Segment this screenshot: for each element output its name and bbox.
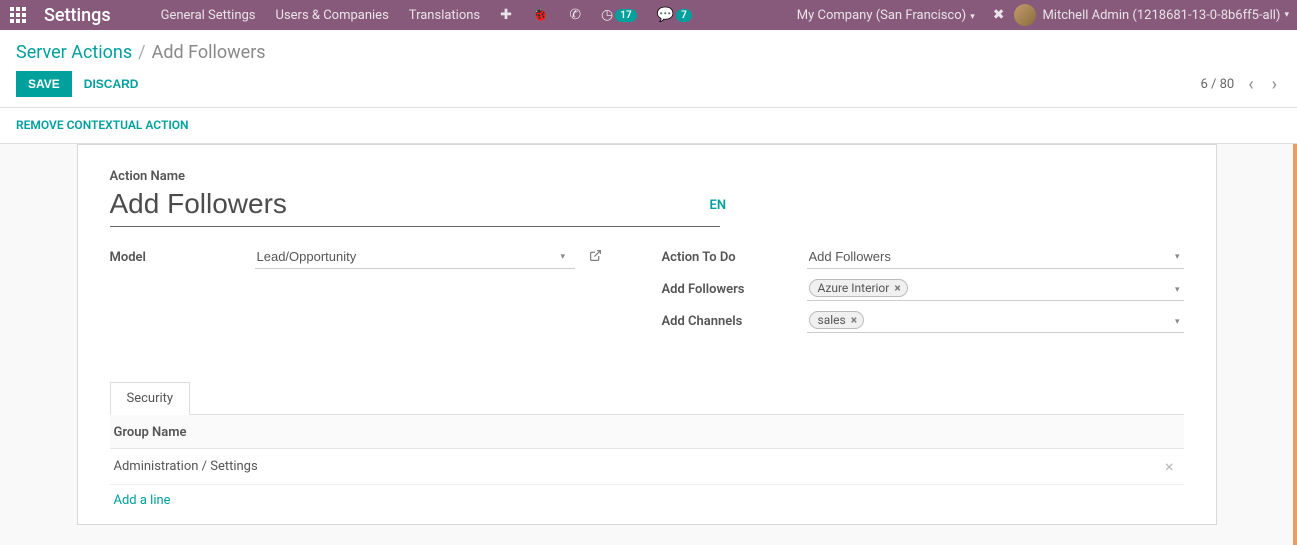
activities-badge: 17 [615, 9, 636, 22]
activities-icon[interactable]: ◷17 [591, 7, 647, 23]
pager: 6 / 80 ‹ › [1200, 74, 1281, 95]
pager-position[interactable]: 6 / 80 [1200, 77, 1234, 92]
nav-users-companies[interactable]: Users & Companies [266, 8, 399, 23]
pager-prev-icon[interactable]: ‹ [1244, 74, 1257, 95]
model-input[interactable] [255, 245, 575, 269]
tag-azure-interior: Azure Interior × [809, 279, 908, 297]
apps-icon[interactable] [8, 5, 28, 25]
notebook-tabs: Security [110, 381, 1184, 415]
avatar [1014, 4, 1036, 26]
tools-icon[interactable]: ✖ [983, 7, 1015, 23]
breadcrumb: Server Actions / Add Followers [0, 30, 1297, 71]
form-sheet: Action Name EN Model ▾ [77, 144, 1217, 525]
chevron-down-icon: ▾ [1175, 317, 1180, 327]
top-navbar: Settings General Settings Users & Compan… [0, 0, 1297, 30]
group-name-column-header: Group Name [114, 425, 187, 440]
app-name: Settings [44, 5, 111, 26]
group-name-cell: Administration / Settings [114, 459, 1159, 474]
save-button[interactable]: Save [16, 71, 72, 97]
security-table-header: Group Name [110, 415, 1184, 449]
breadcrumb-current: Add Followers [152, 42, 266, 63]
nav-general-settings[interactable]: General Settings [151, 8, 266, 23]
delete-row-icon[interactable]: × [1159, 457, 1180, 476]
remove-contextual-action-button[interactable]: Remove Contextual Action [16, 118, 189, 132]
breadcrumb-parent[interactable]: Server Actions [16, 42, 132, 63]
chevron-down-icon: ▾ [1175, 285, 1180, 295]
add-followers-label: Add Followers [662, 277, 807, 297]
messages-icon[interactable]: 💬7 [647, 7, 702, 23]
plus-icon[interactable]: ✚ [490, 7, 522, 23]
tag-sales: sales × [809, 311, 865, 329]
external-link-icon[interactable] [589, 249, 602, 266]
action-to-do-select[interactable] [807, 245, 1184, 269]
user-menu[interactable]: Mitchell Admin (1218681-13-0-8b6ff5-all)… [1014, 4, 1289, 26]
add-followers-input[interactable]: Azure Interior × ▾ [807, 277, 1184, 301]
action-name-label: Action Name [110, 169, 1184, 184]
control-panel: Server Actions / Add Followers Save Disc… [0, 30, 1297, 108]
table-row[interactable]: Administration / Settings × [110, 449, 1184, 485]
tag-remove-icon[interactable]: × [851, 313, 857, 327]
model-label: Model [110, 245, 255, 265]
pager-next-icon[interactable]: › [1268, 74, 1281, 95]
tag-remove-icon[interactable]: × [894, 281, 900, 295]
bug-icon[interactable]: 🐞 [522, 7, 559, 23]
translate-button[interactable]: EN [710, 198, 727, 213]
tab-security-content: Group Name Administration / Settings × A… [110, 415, 1184, 516]
chevron-down-icon: ▾ [970, 12, 975, 22]
breadcrumb-separator: / [138, 42, 145, 63]
company-switcher[interactable]: My Company (San Francisco)▾ [789, 8, 983, 23]
add-channels-input[interactable]: sales × ▾ [807, 309, 1184, 333]
action-bar: Remove Contextual Action [0, 108, 1297, 144]
tab-security[interactable]: Security [110, 382, 191, 415]
discard-button[interactable]: Discard [72, 71, 151, 97]
phone-icon[interactable]: ✆ [559, 7, 591, 23]
messages-badge: 7 [676, 9, 692, 22]
chevron-down-icon: ▾ [1284, 10, 1289, 20]
add-line-button[interactable]: Add a line [110, 485, 1184, 516]
action-name-input[interactable] [110, 184, 720, 227]
action-to-do-label: Action To Do [662, 245, 807, 265]
add-channels-label: Add Channels [662, 309, 807, 329]
nav-translations[interactable]: Translations [399, 8, 490, 23]
